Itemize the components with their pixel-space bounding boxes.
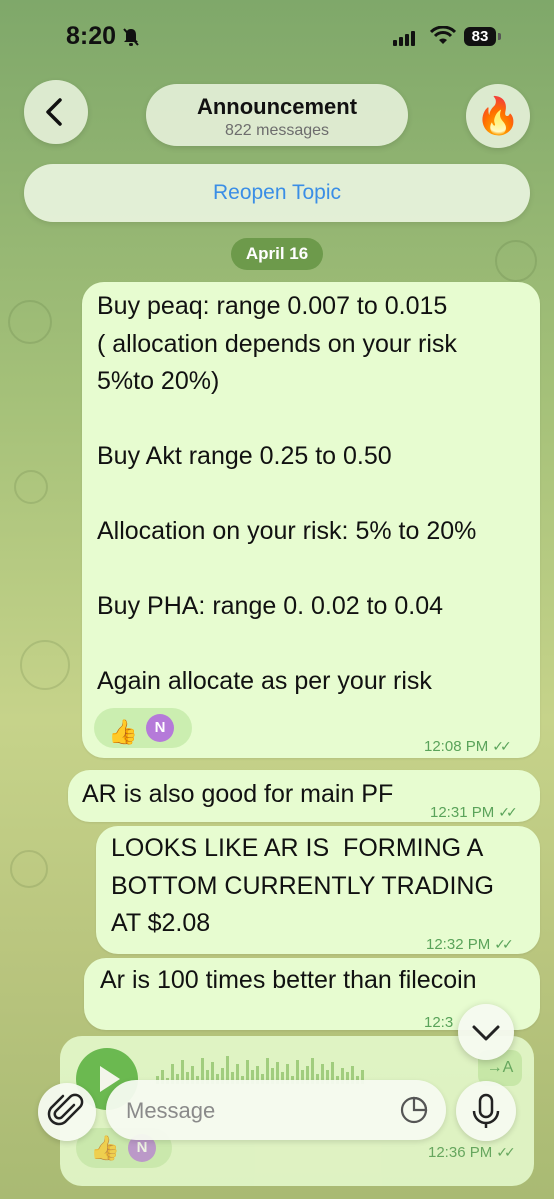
attach-button[interactable] (38, 1083, 96, 1141)
wallpaper-doodle (14, 470, 48, 504)
wifi-icon (430, 26, 456, 44)
microphone-button[interactable] (456, 1081, 516, 1141)
wallpaper-doodle (10, 850, 48, 888)
bell-muted-icon (123, 28, 139, 46)
read-ticks-icon: ✓✓ (492, 738, 512, 754)
time-text: 12:36 PM (428, 1144, 493, 1161)
wallpaper-doodle (8, 300, 52, 344)
topic-avatar[interactable]: 🔥 (466, 84, 530, 148)
thumbs-up-icon: 👍 (108, 719, 138, 746)
microphone-icon (472, 1093, 500, 1128)
time-text: 12:08 PM (424, 738, 489, 755)
chevron-left-icon (46, 98, 62, 126)
message-composer[interactable] (106, 1080, 446, 1140)
wallpaper-doodle (495, 240, 537, 282)
read-ticks-icon: ✓✓ (498, 804, 518, 820)
time-text: 12:31 PM (430, 804, 495, 821)
message-text: AR is also good for main PF (82, 780, 394, 808)
chevron-down-icon (472, 1025, 500, 1041)
message-count: 822 messages (224, 122, 330, 139)
sticker-icon[interactable] (398, 1094, 430, 1126)
message-time: 12:08 PM ✓✓ (424, 728, 512, 766)
avatar: N (146, 714, 174, 742)
status-bar: 8:20 83 (0, 0, 554, 70)
read-ticks-icon: ✓✓ (496, 1144, 516, 1160)
time-text: 12:32 PM (426, 936, 491, 953)
date-separator: April 16 (231, 238, 323, 270)
read-ticks-icon: ✓✓ (494, 936, 514, 952)
scroll-to-bottom-button[interactable] (458, 1004, 514, 1060)
reaction-chip[interactable]: 👍 N (94, 708, 192, 748)
battery-tip (498, 33, 501, 40)
cellular-signal-icon (393, 28, 417, 46)
wallpaper-doodle (20, 640, 70, 690)
message-text: Buy peaq: range 0.007 to 0.015 ( allocat… (97, 292, 477, 695)
message-bubble[interactable]: LOOKS LIKE AR IS FORMING A BOTTOM CURREN… (96, 826, 540, 954)
chat-title[interactable]: Announcement 822 messages (146, 84, 408, 146)
message-time: 12:36 PM ✓✓ (428, 1144, 516, 1161)
message-text: Ar is 100 times better than filecoin (100, 966, 477, 994)
message-input[interactable] (124, 1092, 388, 1130)
clock: 8:20 (66, 22, 117, 50)
battery-indicator: 83 (464, 27, 496, 46)
message-bubble[interactable]: Buy peaq: range 0.007 to 0.015 ( allocat… (82, 282, 540, 758)
back-button[interactable] (24, 80, 88, 144)
message-bubble[interactable]: AR is also good for main PF 12:31 PM ✓✓ (68, 770, 540, 822)
reopen-topic-button[interactable]: Reopen Topic (24, 164, 530, 222)
paperclip-icon (47, 1093, 84, 1126)
time-text: 12:3 (424, 1014, 454, 1031)
chat-title-text: Announcement (196, 94, 358, 119)
